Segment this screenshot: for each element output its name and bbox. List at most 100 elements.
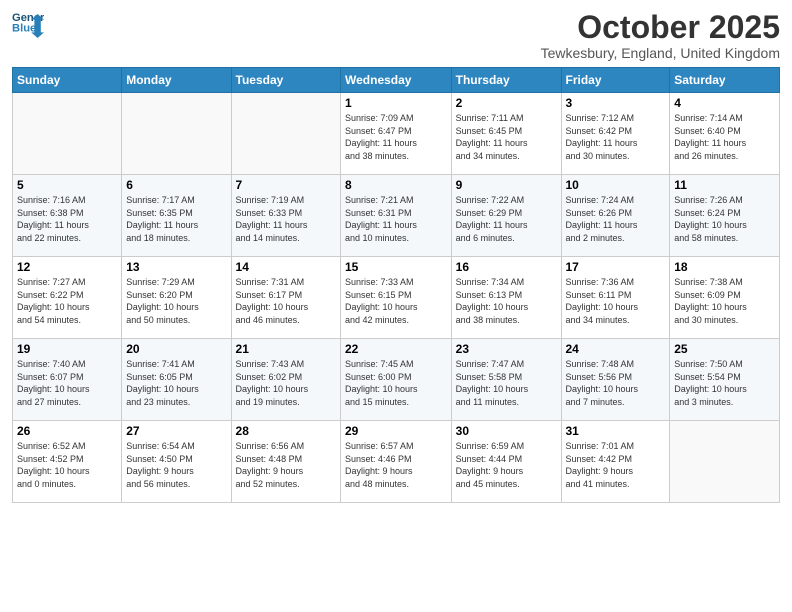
calendar-cell: 20 Sunrise: 7:41 AM Sunset: 6:05 PM Dayli… — [122, 339, 231, 421]
day-number: 28 — [236, 424, 336, 438]
day-info: Sunrise: 7:24 AM Sunset: 6:26 PM Dayligh… — [566, 194, 666, 244]
day-number: 1 — [345, 96, 447, 110]
day-number: 29 — [345, 424, 447, 438]
calendar-week-5: 26 Sunrise: 6:52 AM Sunset: 4:52 PM Dayli… — [13, 421, 780, 503]
day-number: 19 — [17, 342, 117, 356]
day-info: Sunrise: 6:57 AM Sunset: 4:46 PM Dayligh… — [345, 440, 447, 490]
calendar-cell: 28Sunrise: 6:56 AM Sunset: 4:48 PM Dayli… — [231, 421, 340, 503]
calendar-cell: 7Sunrise: 7:19 AM Sunset: 6:33 PM Daylig… — [231, 175, 340, 257]
location: Tewkesbury, England, United Kingdom — [541, 45, 780, 61]
day-info: Sunrise: 7:36 AM Sunset: 6:11 PM Dayligh… — [566, 276, 666, 326]
col-tuesday: Tuesday — [231, 68, 340, 93]
day-info: Sunrise: 6:59 AM Sunset: 4:44 PM Dayligh… — [456, 440, 557, 490]
day-number: 26 — [17, 424, 117, 438]
day-info: Sunrise: 7:01 AM Sunset: 4:42 PM Dayligh… — [566, 440, 666, 490]
day-info: Sunrise: 7:40 AM Sunset: 6:07 PM Dayligh… — [17, 358, 117, 408]
day-number: 18 — [674, 260, 775, 274]
day-info: Sunrise: 7:27 AM Sunset: 6:22 PM Dayligh… — [17, 276, 117, 326]
day-info: Sunrise: 7:21 AM Sunset: 6:31 PM Dayligh… — [345, 194, 447, 244]
calendar-cell: 5 Sunrise: 7:16 AM Sunset: 6:38 PM Daylig… — [13, 175, 122, 257]
day-info: Sunrise: 7:19 AM Sunset: 6:33 PM Dayligh… — [236, 194, 336, 244]
day-number: 2 — [456, 96, 557, 110]
day-number: 6 — [126, 178, 226, 192]
day-number: 22 — [345, 342, 447, 356]
title-block: October 2025 Tewkesbury, England, United… — [541, 10, 780, 61]
day-number: 21 — [236, 342, 336, 356]
day-number: 8 — [345, 178, 447, 192]
day-number: 20 — [126, 342, 226, 356]
day-info: Sunrise: 7:14 AM Sunset: 6:40 PM Dayligh… — [674, 112, 775, 162]
day-info: Sunrise: 7:17 AM Sunset: 6:35 PM Dayligh… — [126, 194, 226, 244]
day-info: Sunrise: 6:54 AM Sunset: 4:50 PM Dayligh… — [126, 440, 226, 490]
day-info: Sunrise: 7:45 AM Sunset: 6:00 PM Dayligh… — [345, 358, 447, 408]
calendar-cell: 15 Sunrise: 7:33 AM Sunset: 6:15 PM Dayli… — [341, 257, 452, 339]
day-number: 13 — [126, 260, 226, 274]
day-number: 9 — [456, 178, 557, 192]
col-wednesday: Wednesday — [341, 68, 452, 93]
day-info: Sunrise: 7:38 AM Sunset: 6:09 PM Dayligh… — [674, 276, 775, 326]
calendar-header-row: Sunday Monday Tuesday Wednesday Thursday… — [13, 68, 780, 93]
calendar-cell: 21 Sunrise: 7:43 AM Sunset: 6:02 PM Dayli… — [231, 339, 340, 421]
day-info: Sunrise: 7:12 AM Sunset: 6:42 PM Dayligh… — [566, 112, 666, 162]
day-number: 12 — [17, 260, 117, 274]
calendar-cell: 11 Sunrise: 7:26 AM Sunset: 6:24 PM Dayli… — [670, 175, 780, 257]
day-info: Sunrise: 7:29 AM Sunset: 6:20 PM Dayligh… — [126, 276, 226, 326]
logo: General Blue — [12, 10, 44, 38]
day-number: 3 — [566, 96, 666, 110]
day-info: Sunrise: 7:48 AM Sunset: 5:56 PM Dayligh… — [566, 358, 666, 408]
day-number: 16 — [456, 260, 557, 274]
day-number: 14 — [236, 260, 336, 274]
day-info: Sunrise: 7:41 AM Sunset: 6:05 PM Dayligh… — [126, 358, 226, 408]
calendar-cell: 25 Sunrise: 7:50 AM Sunset: 5:54 PM Dayli… — [670, 339, 780, 421]
day-number: 10 — [566, 178, 666, 192]
calendar-cell: 13 Sunrise: 7:29 AM Sunset: 6:20 PM Dayli… — [122, 257, 231, 339]
day-number: 11 — [674, 178, 775, 192]
day-number: 15 — [345, 260, 447, 274]
calendar-cell: 12 Sunrise: 7:27 AM Sunset: 6:22 PM Dayli… — [13, 257, 122, 339]
day-info: Sunrise: 7:22 AM Sunset: 6:29 PM Dayligh… — [456, 194, 557, 244]
day-number: 23 — [456, 342, 557, 356]
day-info: Sunrise: 6:52 AM Sunset: 4:52 PM Dayligh… — [17, 440, 117, 490]
col-sunday: Sunday — [13, 68, 122, 93]
calendar-cell: 9 Sunrise: 7:22 AM Sunset: 6:29 PM Daylig… — [451, 175, 561, 257]
day-number: 24 — [566, 342, 666, 356]
calendar-table: Sunday Monday Tuesday Wednesday Thursday… — [12, 67, 780, 503]
day-info: Sunrise: 7:34 AM Sunset: 6:13 PM Dayligh… — [456, 276, 557, 326]
day-info: Sunrise: 7:33 AM Sunset: 6:15 PM Dayligh… — [345, 276, 447, 326]
day-info: Sunrise: 7:31 AM Sunset: 6:17 PM Dayligh… — [236, 276, 336, 326]
calendar-cell: 27 Sunrise: 6:54 AM Sunset: 4:50 PM Dayli… — [122, 421, 231, 503]
calendar-cell — [231, 93, 340, 175]
calendar-cell: 31 Sunrise: 7:01 AM Sunset: 4:42 PM Dayli… — [561, 421, 670, 503]
calendar-cell — [122, 93, 231, 175]
day-info: Sunrise: 7:26 AM Sunset: 6:24 PM Dayligh… — [674, 194, 775, 244]
day-info: Sunrise: 7:47 AM Sunset: 5:58 PM Dayligh… — [456, 358, 557, 408]
day-number: 5 — [17, 178, 117, 192]
day-info: Sunrise: 7:43 AM Sunset: 6:02 PM Dayligh… — [236, 358, 336, 408]
calendar-cell: 29 Sunrise: 6:57 AM Sunset: 4:46 PM Dayli… — [341, 421, 452, 503]
day-number: 27 — [126, 424, 226, 438]
day-info: Sunrise: 7:50 AM Sunset: 5:54 PM Dayligh… — [674, 358, 775, 408]
day-number: 31 — [566, 424, 666, 438]
calendar-cell: 4 Sunrise: 7:14 AM Sunset: 6:40 PM Daylig… — [670, 93, 780, 175]
month-title: October 2025 — [541, 10, 780, 45]
calendar-cell: 23 Sunrise: 7:47 AM Sunset: 5:58 PM Dayli… — [451, 339, 561, 421]
calendar-week-4: 19 Sunrise: 7:40 AM Sunset: 6:07 PM Dayli… — [13, 339, 780, 421]
calendar-cell: 26 Sunrise: 6:52 AM Sunset: 4:52 PM Dayli… — [13, 421, 122, 503]
day-number: 30 — [456, 424, 557, 438]
day-info: Sunrise: 7:16 AM Sunset: 6:38 PM Dayligh… — [17, 194, 117, 244]
day-number: 17 — [566, 260, 666, 274]
logo-icon: General Blue — [12, 10, 44, 38]
col-thursday: Thursday — [451, 68, 561, 93]
calendar-week-1: 1Sunrise: 7:09 AM Sunset: 6:47 PM Daylig… — [13, 93, 780, 175]
header: General Blue October 2025 Tewkesbury, En… — [12, 10, 780, 61]
calendar-week-3: 12 Sunrise: 7:27 AM Sunset: 6:22 PM Dayli… — [13, 257, 780, 339]
calendar-cell: 17 Sunrise: 7:36 AM Sunset: 6:11 PM Dayli… — [561, 257, 670, 339]
calendar-body: 1Sunrise: 7:09 AM Sunset: 6:47 PM Daylig… — [13, 93, 780, 503]
calendar-cell: 1Sunrise: 7:09 AM Sunset: 6:47 PM Daylig… — [341, 93, 452, 175]
col-friday: Friday — [561, 68, 670, 93]
day-number: 4 — [674, 96, 775, 110]
calendar-cell: 3 Sunrise: 7:12 AM Sunset: 6:42 PM Daylig… — [561, 93, 670, 175]
calendar-cell: 6 Sunrise: 7:17 AM Sunset: 6:35 PM Daylig… — [122, 175, 231, 257]
calendar-cell: 8 Sunrise: 7:21 AM Sunset: 6:31 PM Daylig… — [341, 175, 452, 257]
day-number: 25 — [674, 342, 775, 356]
